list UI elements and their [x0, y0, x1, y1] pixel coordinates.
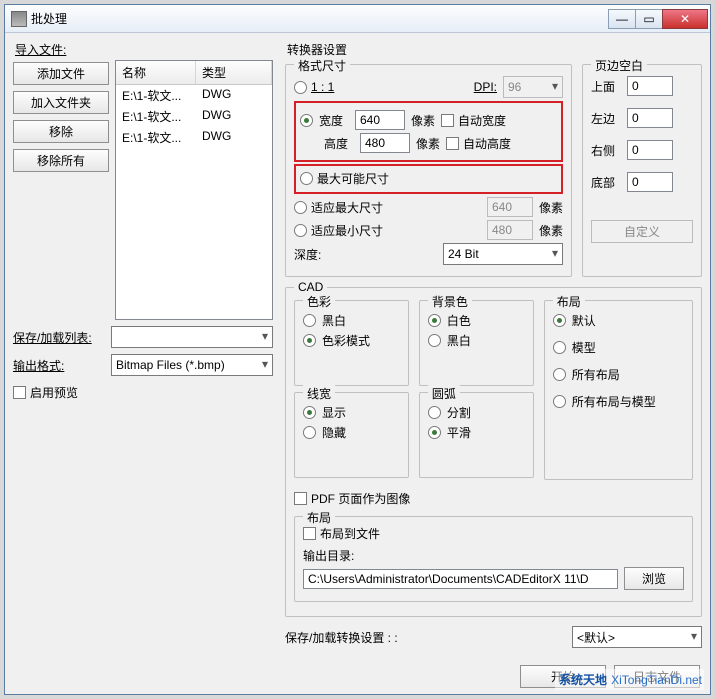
- redbox-wh: 宽度 像素 自动宽度 高度 像素 自动高度: [294, 101, 563, 162]
- save-load-list-dropdown[interactable]: [111, 326, 273, 348]
- add-folder-button[interactable]: 加入文件夹: [13, 91, 109, 114]
- radio-bg-black[interactable]: [428, 334, 441, 347]
- table-row: E:\1-软文... DWG: [116, 106, 272, 127]
- width-input[interactable]: [355, 110, 405, 130]
- margin-top-input[interactable]: [627, 76, 673, 96]
- margin-left-input[interactable]: [627, 108, 673, 128]
- height-input[interactable]: [360, 133, 410, 153]
- save-load-list-label: 保存/加载列表:: [13, 329, 105, 346]
- radio-fit-min[interactable]: [294, 224, 307, 237]
- output-format-label: 输出格式:: [13, 357, 105, 374]
- remove-button[interactable]: 移除: [13, 120, 109, 143]
- custom-margins-button[interactable]: 自定义: [591, 220, 693, 243]
- titlebar[interactable]: 批处理 — ▭ ✕: [5, 5, 710, 33]
- margin-right-input[interactable]: [627, 140, 673, 160]
- dpi-dropdown[interactable]: 96: [503, 76, 563, 98]
- pdf-as-image-checkbox[interactable]: [294, 492, 307, 505]
- radio-color-mode[interactable]: [303, 334, 316, 347]
- browse-button[interactable]: 浏览: [624, 567, 684, 590]
- radio-max-possible[interactable]: [300, 172, 313, 185]
- table-row: E:\1-软文... DWG: [116, 85, 272, 106]
- margin-bottom-input[interactable]: [627, 172, 673, 192]
- cad-group: CAD 色彩 黑白 色彩模式 线宽 显示 隐藏 背景色: [285, 287, 702, 617]
- margins-group: 页边空白 上面 左边 右侧 底部 自定义: [582, 64, 702, 277]
- close-button[interactable]: ✕: [662, 9, 708, 29]
- output-dir-input[interactable]: [303, 569, 618, 589]
- radio-layout-all[interactable]: [553, 368, 566, 381]
- file-list[interactable]: 名称 类型 E:\1-软文... DWG E:\1-软文... DWG E:\1…: [115, 60, 273, 320]
- radio-layout-default[interactable]: [553, 314, 566, 327]
- converter-settings-label: 转换器设置: [287, 41, 702, 58]
- fit-min-input[interactable]: [487, 220, 533, 240]
- batch-window: 批处理 — ▭ ✕ 导入文件: 添加文件 加入文件夹 移除 移除所有 名称 类型: [4, 4, 711, 695]
- app-icon: [11, 11, 27, 27]
- enable-preview-label: 启用预览: [30, 384, 78, 401]
- radio-fit-max[interactable]: [294, 201, 307, 214]
- fit-max-input[interactable]: [487, 197, 533, 217]
- redbox-max: 最大可能尺寸: [294, 164, 563, 194]
- window-title: 批处理: [31, 10, 609, 27]
- radio-lw-show[interactable]: [303, 406, 316, 419]
- remove-all-button[interactable]: 移除所有: [13, 149, 109, 172]
- radio-layout-all-model[interactable]: [553, 395, 566, 408]
- dpi-label: DPI:: [474, 80, 497, 94]
- layout-to-file-checkbox[interactable]: [303, 527, 316, 540]
- add-file-button[interactable]: 添加文件: [13, 62, 109, 85]
- radio-color-bw[interactable]: [303, 314, 316, 327]
- output-format-dropdown[interactable]: Bitmap Files (*.bmp): [111, 354, 273, 376]
- radio-1to1[interactable]: [294, 81, 307, 94]
- radio-arc-split[interactable]: [428, 406, 441, 419]
- depth-dropdown[interactable]: 24 Bit: [443, 243, 563, 265]
- watermark: 系统天地 XiTongTianDi.net: [555, 669, 704, 690]
- maximize-button[interactable]: ▭: [635, 9, 663, 29]
- auto-height-checkbox[interactable]: [446, 137, 459, 150]
- col-name-header[interactable]: 名称: [116, 61, 196, 84]
- radio-lw-hide[interactable]: [303, 426, 316, 439]
- radio-layout-model[interactable]: [553, 341, 566, 354]
- import-files-label: 导入文件:: [15, 41, 273, 58]
- radio-arc-smooth[interactable]: [428, 426, 441, 439]
- col-type-header[interactable]: 类型: [196, 61, 272, 84]
- table-row: E:\1-软文... DWG: [116, 127, 272, 148]
- settings-dropdown[interactable]: <默认>: [572, 626, 702, 648]
- output-layout-group: 布局 布局到文件 输出目录: 浏览: [294, 516, 693, 602]
- save-load-settings-label: 保存/加载转换设置 : :: [285, 629, 398, 646]
- enable-preview-checkbox[interactable]: [13, 386, 26, 399]
- output-dir-label: 输出目录:: [303, 547, 354, 564]
- radio-wh[interactable]: [300, 114, 313, 127]
- radio-bg-white[interactable]: [428, 314, 441, 327]
- minimize-button[interactable]: —: [608, 9, 636, 29]
- format-size-group: 格式尺寸 1 : 1 DPI: 96 宽度 像素 自动宽度: [285, 64, 572, 277]
- auto-width-checkbox[interactable]: [441, 114, 454, 127]
- depth-label: 深度:: [294, 246, 321, 263]
